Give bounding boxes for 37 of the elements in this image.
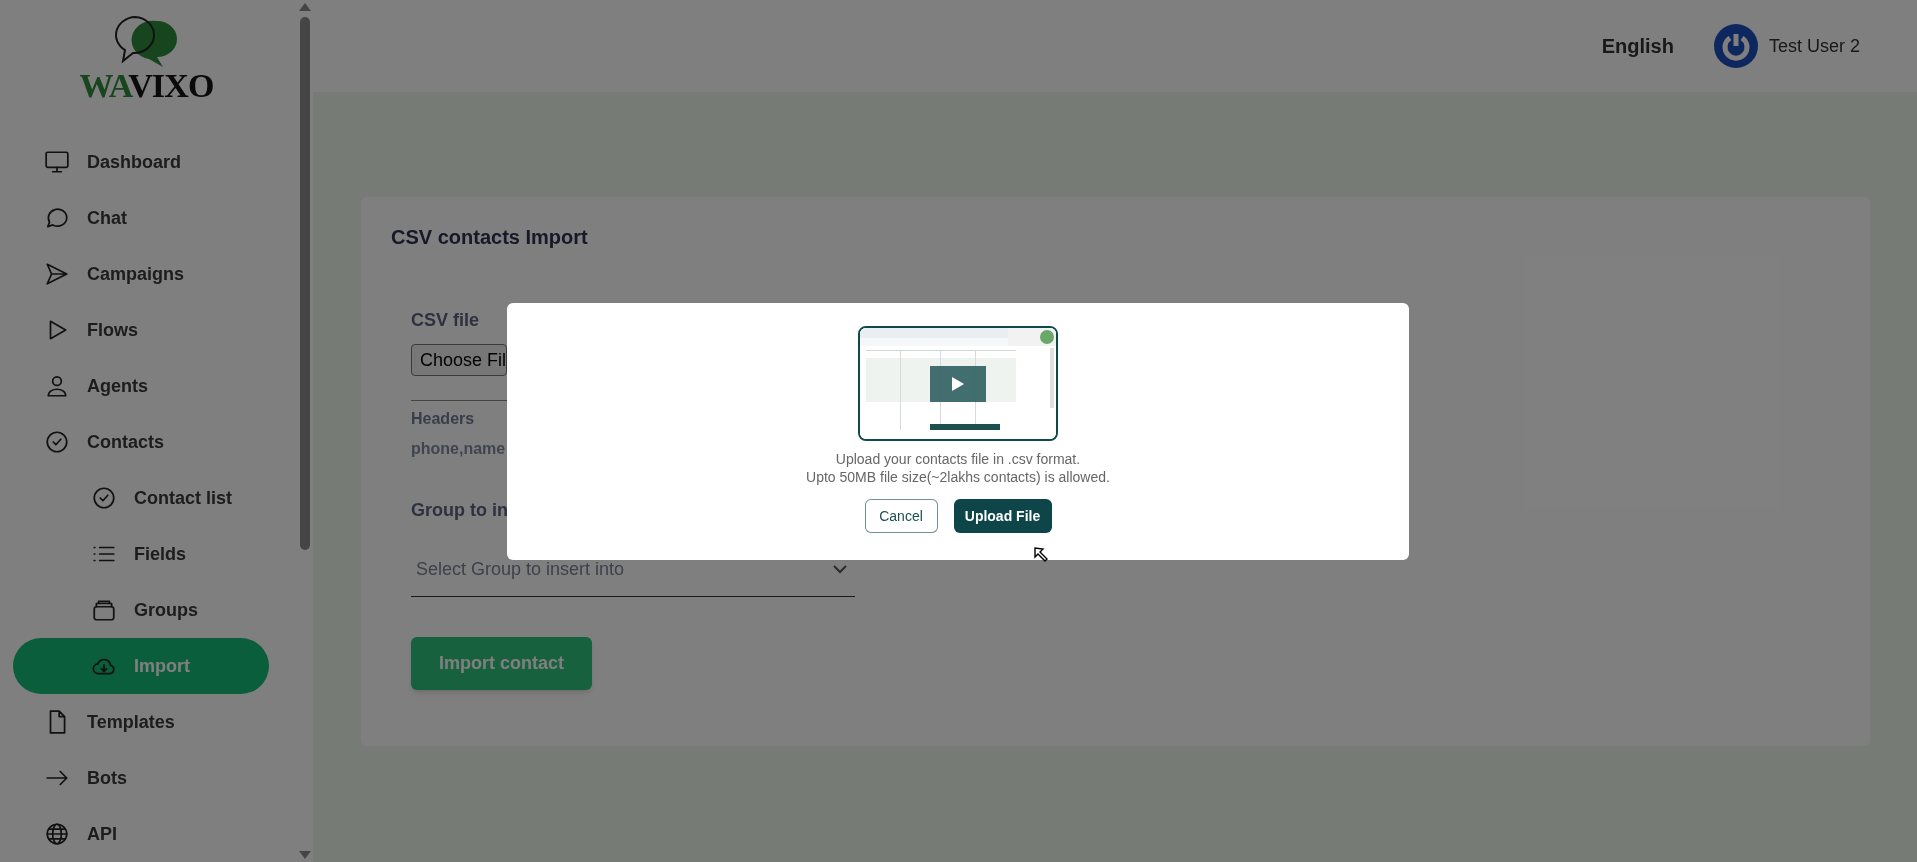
sidebar-item[interactable]: Contacts bbox=[13, 414, 269, 470]
chevron-down-icon bbox=[833, 565, 847, 574]
monitor-icon bbox=[44, 149, 70, 175]
check-badge-icon bbox=[91, 485, 117, 511]
logo-text: WAVIXO bbox=[79, 69, 214, 103]
upload-file-button[interactable]: Upload File bbox=[953, 499, 1052, 533]
sidebar-item[interactable]: Groups bbox=[13, 582, 269, 638]
play-icon bbox=[952, 377, 964, 391]
sidebar-item[interactable]: Templates bbox=[13, 694, 269, 750]
avatar-icon[interactable] bbox=[1713, 24, 1758, 68]
sidebar-item[interactable]: Agents bbox=[13, 358, 269, 414]
sidebar-item[interactable]: Contact list bbox=[13, 470, 269, 526]
sidebar-item[interactable]: Chat bbox=[13, 190, 269, 246]
field-label: Group to in bbox=[411, 499, 509, 522]
sidebar-item[interactable]: API bbox=[13, 806, 269, 862]
globe-icon bbox=[44, 821, 70, 847]
user-name[interactable]: Test User 2 bbox=[1768, 32, 1860, 60]
choose-file-button[interactable]: Choose Fil bbox=[411, 344, 507, 376]
scroll-down-icon[interactable] bbox=[299, 851, 311, 859]
headers-label: Headers bbox=[411, 409, 476, 429]
field-label: CSV file bbox=[411, 309, 481, 332]
scrollbar[interactable] bbox=[300, 17, 310, 550]
sidebar-item[interactable]: Flows bbox=[13, 302, 269, 358]
send-icon bbox=[44, 261, 70, 287]
stack-icon bbox=[91, 597, 117, 623]
cancel-button[interactable]: Cancel bbox=[864, 499, 938, 533]
language-selector[interactable]: English bbox=[1601, 31, 1674, 61]
dialog-text: Upload your contacts file in .csv format. bbox=[835, 450, 1081, 468]
scroll-up-icon[interactable] bbox=[299, 3, 311, 11]
check-badge-icon bbox=[44, 429, 70, 455]
card-title: CSV contacts Import bbox=[391, 225, 589, 250]
sidebar-item[interactable]: Dashboard bbox=[13, 134, 269, 190]
sidebar-item[interactable]: Fields bbox=[13, 526, 269, 582]
sidebar-item[interactable]: Campaigns bbox=[13, 246, 269, 302]
dialog-text: Upto 50MB file size(~2lakhs contacts) is allowed. bbox=[806, 468, 1110, 486]
sidebar-item[interactable]: Bots bbox=[13, 750, 269, 806]
play-button[interactable] bbox=[930, 366, 986, 402]
